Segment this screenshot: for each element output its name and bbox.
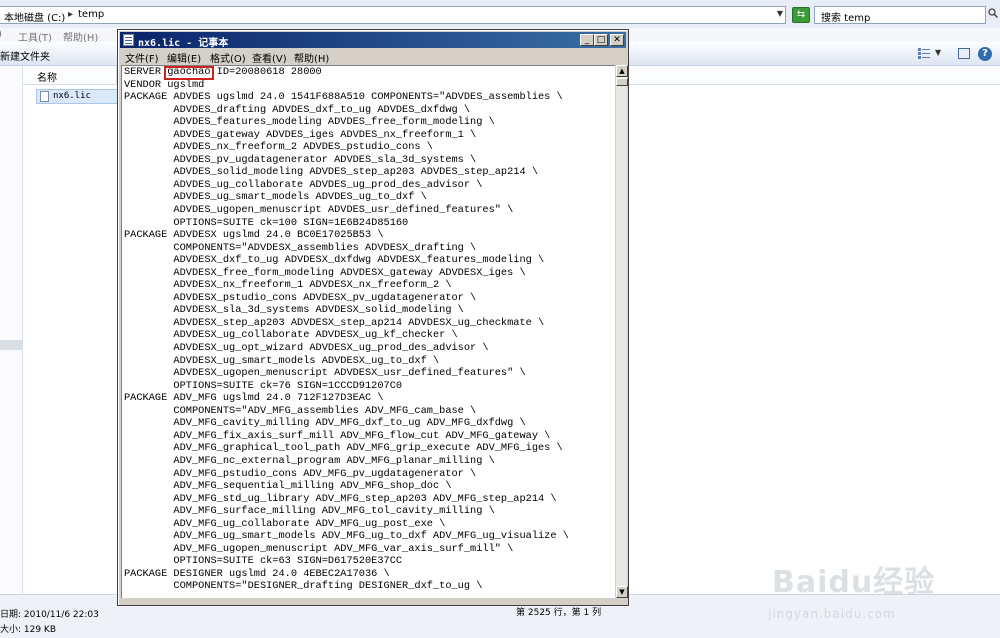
menu-help[interactable]: 帮助(H) (294, 50, 329, 65)
search-placeholder: 搜索 temp (821, 13, 871, 24)
notepad-status-bar (120, 598, 626, 605)
details-modified: 日期: 2010/11/6 22:03 (0, 610, 99, 620)
scroll-down-icon[interactable]: ▼ (616, 586, 628, 598)
menu-view[interactable]: 查看(V) (252, 50, 287, 65)
menu-file[interactable]: 文件(F) (125, 50, 159, 65)
search-input[interactable]: 搜索 temp (814, 6, 986, 24)
baidu-watermark: Baidu经验 jingyan.baidu.com (752, 545, 992, 635)
new-folder-button[interactable]: 新建文件夹 (0, 48, 50, 63)
cursor-position-status: 第 2525 行，第 1 列 (516, 608, 602, 618)
notepad-title: nx6.lic - 记事本 (138, 38, 229, 49)
view-options-icon[interactable] (918, 48, 930, 59)
vertical-scrollbar[interactable]: ▲ ▼ (615, 65, 628, 598)
menu-tools[interactable]: 工具(T) (18, 29, 52, 44)
file-name: nx6.lic (53, 91, 91, 101)
breadcrumb-drive[interactable]: 本地磁盘 (C:) (4, 9, 65, 24)
notepad-text-area[interactable]: SERVER gaochao ID=20080618 28000 VENDOR … (121, 65, 615, 598)
watermark-brand: Baidu经验 (772, 565, 936, 600)
refresh-icon[interactable]: ⇆ (792, 7, 810, 23)
details-size: 大小: 129 KB (0, 625, 57, 635)
maximize-button[interactable]: □ (594, 34, 608, 46)
notepad-app-icon[interactable] (123, 34, 134, 46)
address-row: 本地磁盘 (C:) ▸ temp ▼ ⇆ 搜索 temp (0, 0, 1000, 29)
server-name-highlight (164, 66, 214, 80)
scroll-up-icon[interactable]: ▲ (616, 65, 628, 77)
watermark-url: jingyan.baidu.com (768, 607, 896, 621)
view-dropdown-icon[interactable]: ▼ (935, 48, 941, 57)
minimize-button[interactable]: _ (580, 34, 594, 46)
breadcrumb-separator-icon[interactable]: ▸ (68, 9, 73, 20)
file-icon (40, 91, 49, 102)
menu-help[interactable]: 帮助(H) (63, 29, 98, 44)
close-button[interactable]: ✕ (610, 34, 624, 46)
notepad-menubar: 文件(F) 编辑(E) 格式(O) 查看(V) 帮助(H) (120, 49, 626, 65)
notepad-window: nx6.lic - 记事本 _ □ ✕ 文件(F) 编辑(E) 格式(O) 查看… (117, 29, 629, 618)
preview-pane-icon[interactable] (958, 48, 970, 59)
menu-edit[interactable]: 编辑(E) (167, 50, 201, 65)
column-name-header[interactable]: 名称 (37, 69, 57, 84)
file-item[interactable]: nx6.lic (36, 89, 120, 104)
menu-fragment: ) (0, 29, 2, 40)
search-icon[interactable] (988, 8, 998, 18)
navigation-pane[interactable] (0, 66, 23, 594)
nav-selected-item[interactable] (0, 340, 22, 350)
notepad-title-bar[interactable]: nx6.lic - 记事本 _ □ ✕ (120, 32, 626, 49)
license-text: SERVER gaochao ID=20080618 28000 VENDOR … (124, 66, 569, 593)
menu-format[interactable]: 格式(O) (210, 50, 246, 65)
address-dropdown-icon[interactable]: ▼ (775, 7, 785, 21)
address-bar[interactable]: 本地磁盘 (C:) ▸ temp (0, 6, 786, 24)
help-icon[interactable]: ? (978, 47, 992, 61)
breadcrumb-folder[interactable]: temp (78, 9, 104, 20)
scroll-thumb[interactable] (616, 78, 628, 86)
